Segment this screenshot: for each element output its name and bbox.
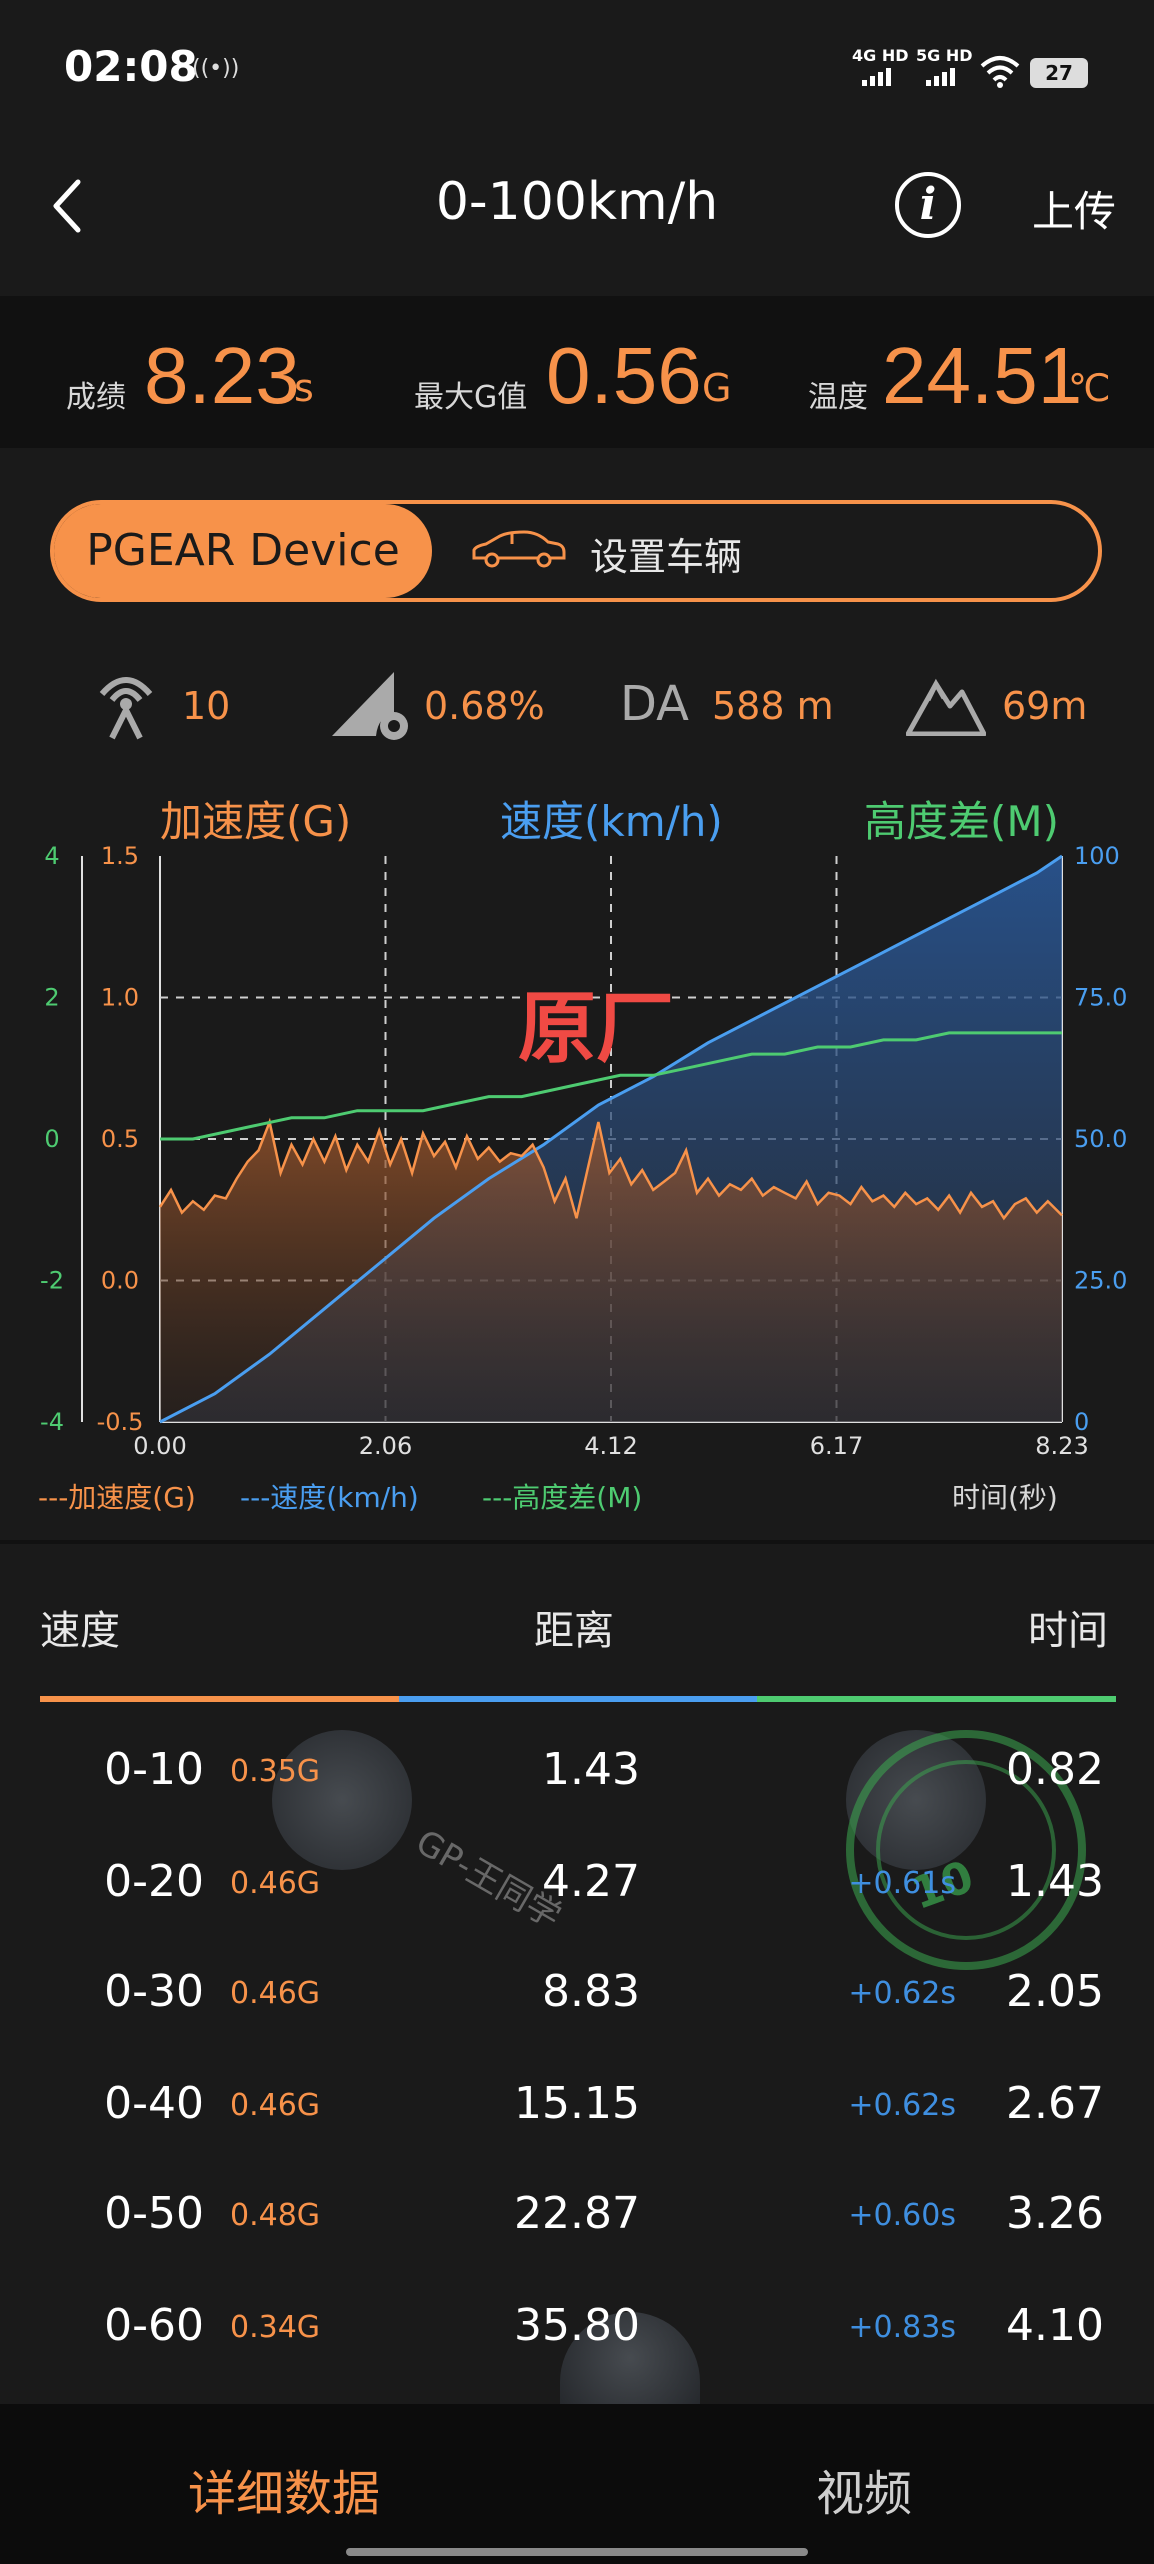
height-tick-label: 2 xyxy=(44,984,59,1012)
max-g-label: 最大G值 xyxy=(414,380,528,415)
speed-range-cell: 0-10 xyxy=(104,1744,204,1795)
density-altitude-value: 588 m xyxy=(712,684,834,728)
page-title: 0-100km/h xyxy=(435,172,719,232)
info-icon[interactable]: i xyxy=(895,172,961,238)
column-header-distance: 距离 xyxy=(534,1608,614,1654)
g-value-cell: 0.46G xyxy=(230,1866,321,1901)
network-label-5g: 5G HD xyxy=(916,46,973,65)
x-tick-label: 4.12 xyxy=(584,1432,637,1460)
height-tick-label: -2 xyxy=(40,1267,64,1295)
column-divider xyxy=(40,1696,1117,1702)
signal-dot-icon: ((•)) xyxy=(192,56,240,81)
table-row: 0-40 0.46G 15.15 +0.62s 2.67 xyxy=(0,2062,1154,2172)
distance-cell: 15.15 xyxy=(514,2078,640,2129)
acceleration-tick-label: 1.5 xyxy=(101,842,139,870)
g-value-cell: 0.35G xyxy=(230,1754,321,1789)
max-g-value: 0.56 xyxy=(546,331,702,420)
tab-detailed-data[interactable]: 详细数据 xyxy=(188,2454,380,2524)
time-cell: 0.82 xyxy=(1006,1744,1104,1795)
home-indicator[interactable] xyxy=(346,2548,808,2556)
acceleration-chart: 4 1.5 1002 1.0 75.00 0.5 50.0-2 0.0 25.0-4 -0.5 00… xyxy=(40,842,1127,1460)
score-unit: s xyxy=(294,366,314,410)
legend-height: ---高度差(M) xyxy=(482,1481,643,1514)
g-value-cell: 0.48G xyxy=(230,2198,321,2233)
height-tick-label: -4 xyxy=(40,1408,64,1436)
status-time: 02:08 xyxy=(64,42,198,91)
speed-range-cell: 0-20 xyxy=(104,1856,204,1907)
table-row: 0-20 0.46G 4.27 +0.61s 1.43 xyxy=(0,1840,1154,1950)
g-value-cell: 0.46G xyxy=(230,1976,321,2011)
time-delta-cell: +0.62s xyxy=(848,1976,956,2011)
speed-tick-label: 25.0 xyxy=(1074,1267,1127,1295)
speed-range-cell: 0-60 xyxy=(104,2300,204,2351)
x-axis-label: 时间(秒) xyxy=(952,1481,1058,1514)
legend-acceleration: ---加速度(G) xyxy=(38,1481,196,1514)
column-header-speed: 速度 xyxy=(40,1608,120,1654)
distance-cell: 35.80 xyxy=(514,2300,640,2351)
car-icon[interactable] xyxy=(468,530,568,570)
table-row: 0-50 0.48G 22.87 +0.60s 3.26 xyxy=(0,2172,1154,2282)
signal-bars-icon xyxy=(926,68,955,86)
speed-tick-label: 100 xyxy=(1074,842,1120,870)
x-tick-label: 0.00 xyxy=(133,1432,186,1460)
table-row: 0-30 0.46G 8.83 +0.62s 2.05 xyxy=(0,1950,1154,2060)
x-tick-label: 2.06 xyxy=(359,1432,412,1460)
distance-cell: 4.27 xyxy=(542,1856,640,1907)
speed-tick-label: 50.0 xyxy=(1074,1125,1127,1153)
temperature-label: 温度 xyxy=(808,380,868,415)
acceleration-tick-label: 0.5 xyxy=(101,1125,139,1153)
time-cell: 3.26 xyxy=(1006,2188,1104,2239)
slope-gear-icon xyxy=(332,672,408,740)
time-delta-cell: +0.60s xyxy=(848,2198,956,2233)
score-value: 8.23 xyxy=(144,331,300,420)
acceleration-tick-label: 0.0 xyxy=(101,1267,139,1295)
distance-cell: 1.43 xyxy=(542,1744,640,1795)
time-cell: 4.10 xyxy=(1006,2300,1104,2351)
overlay-stamp-text: 原厂 xyxy=(518,984,674,1074)
height-tick-label: 4 xyxy=(44,842,59,870)
time-delta-cell: +0.83s xyxy=(848,2310,956,2345)
time-delta-cell: +0.62s xyxy=(848,2088,956,2123)
speed-range-cell: 0-40 xyxy=(104,2078,204,2129)
g-value-cell: 0.46G xyxy=(230,2088,321,2123)
time-delta-cell: +0.61s xyxy=(848,1866,956,1901)
distance-cell: 22.87 xyxy=(514,2188,640,2239)
time-cell: 2.05 xyxy=(1006,1966,1104,2017)
g-value-cell: 0.34G xyxy=(230,2310,321,2345)
density-altitude-label: DA xyxy=(620,676,689,732)
tab-video[interactable]: 视频 xyxy=(816,2454,912,2524)
time-cell: 2.67 xyxy=(1006,2078,1104,2129)
set-vehicle-button[interactable]: 设置车辆 xyxy=(590,526,742,581)
distance-cell: 8.83 xyxy=(542,1966,640,2017)
x-tick-label: 6.17 xyxy=(810,1432,863,1460)
acceleration-tick-label: 1.0 xyxy=(101,984,139,1012)
satellite-antenna-icon xyxy=(99,677,153,740)
battery-icon: 27 xyxy=(1030,58,1088,88)
max-g-unit: G xyxy=(702,366,732,410)
altitude-value: 69m xyxy=(1002,684,1088,728)
column-header-time: 时间 xyxy=(1028,1608,1108,1654)
score-label: 成绩 xyxy=(66,380,126,415)
temperature-value: 24.51 xyxy=(882,331,1083,420)
section-divider xyxy=(0,1540,1154,1544)
slope-value: 0.68% xyxy=(424,684,545,728)
satellite-count: 10 xyxy=(182,684,231,728)
bottom-navigation xyxy=(0,2404,1154,2564)
x-tick-label: 8.23 xyxy=(1035,1432,1088,1460)
tab-pgear-device[interactable]: PGEAR Device xyxy=(54,504,432,598)
upload-button[interactable]: 上传 xyxy=(1032,178,1116,239)
table-row: 0-60 0.34G 35.80 +0.83s 4.10 xyxy=(0,2284,1154,2394)
mountain-icon xyxy=(906,678,986,736)
time-cell: 1.43 xyxy=(1006,1856,1104,1907)
speed-tick-label: 75.0 xyxy=(1074,984,1127,1012)
speed-range-cell: 0-50 xyxy=(104,2188,204,2239)
network-label-4g: 4G HD xyxy=(852,46,909,65)
temperature-unit: ℃ xyxy=(1068,366,1111,410)
speed-range-cell: 0-30 xyxy=(104,1966,204,2017)
wifi-icon xyxy=(980,56,1020,88)
legend-speed: ---速度(km/h) xyxy=(240,1481,419,1514)
height-tick-label: 0 xyxy=(44,1125,59,1153)
table-row: 0-10 0.35G 1.43 0.82 xyxy=(0,1728,1154,1838)
signal-bars-icon xyxy=(862,68,891,86)
